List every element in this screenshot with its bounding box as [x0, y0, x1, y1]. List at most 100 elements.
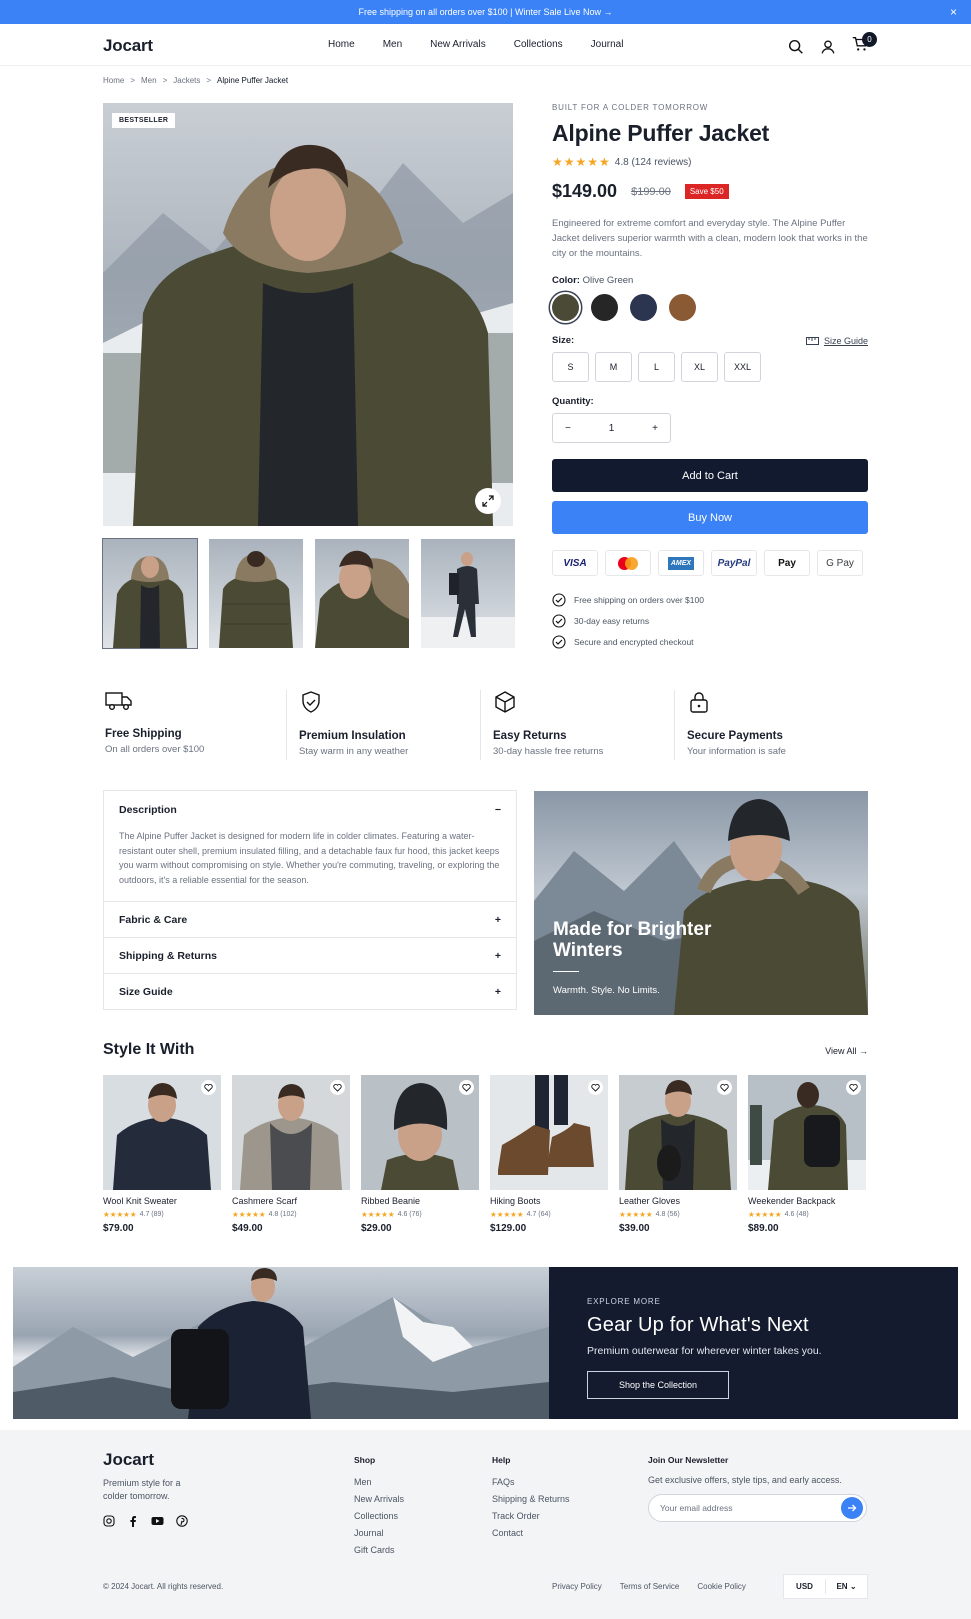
- footer-link[interactable]: Men: [354, 1474, 404, 1491]
- currency-selector[interactable]: USD: [784, 1582, 825, 1591]
- product-image[interactable]: [490, 1075, 608, 1190]
- product-card[interactable]: Ribbed Beanie ★★★★★ 4.6 (76) $29.00: [361, 1075, 479, 1234]
- product-image[interactable]: [232, 1075, 350, 1190]
- cookie-policy-link[interactable]: Cookie Policy: [697, 1582, 745, 1591]
- product-rating[interactable]: ★★★★★ 4.8 (124 reviews): [552, 155, 868, 169]
- original-price: $199.00: [631, 185, 671, 198]
- account-icon[interactable]: [819, 38, 837, 56]
- quantity-value[interactable]: 1: [609, 423, 615, 434]
- product-rating: ★★★★★ 4.8 (56): [619, 1210, 680, 1219]
- product-main-image[interactable]: BESTSELLER: [103, 103, 513, 526]
- newsletter-submit-button[interactable]: [841, 1497, 863, 1519]
- wishlist-button[interactable]: [846, 1080, 861, 1095]
- footer-link[interactable]: Shipping & Returns: [492, 1491, 570, 1508]
- product-image[interactable]: [748, 1075, 866, 1190]
- save-badge: Save $50: [684, 184, 729, 199]
- size-l[interactable]: L: [638, 352, 675, 382]
- quantity-decrease-button[interactable]: −: [565, 423, 571, 434]
- pinterest-icon[interactable]: [176, 1515, 188, 1527]
- youtube-icon[interactable]: [151, 1515, 164, 1527]
- facebook-icon[interactable]: [127, 1515, 139, 1527]
- search-icon[interactable]: [787, 38, 805, 56]
- size-xxl[interactable]: XXL: [724, 352, 761, 382]
- cart-button[interactable]: 0: [851, 32, 877, 58]
- view-all-link[interactable]: View All →: [825, 1046, 868, 1056]
- size-guide-link[interactable]: Size Guide: [805, 336, 868, 346]
- swatch-black[interactable]: [591, 294, 618, 321]
- product-card[interactable]: Weekender Backpack ★★★★★ 4.6 (48) $89.00: [748, 1075, 866, 1234]
- close-icon[interactable]: ×: [950, 5, 957, 19]
- thumbnail-back[interactable]: [209, 539, 303, 648]
- accordion-description-header[interactable]: Description −: [104, 791, 516, 829]
- wishlist-button[interactable]: [330, 1080, 345, 1095]
- footer-logo[interactable]: Jocart: [103, 1450, 154, 1470]
- nav-link-journal[interactable]: Journal: [591, 39, 624, 50]
- privacy-policy-link[interactable]: Privacy Policy: [552, 1582, 602, 1591]
- swatch-navy[interactable]: [630, 294, 657, 321]
- wishlist-button[interactable]: [717, 1080, 732, 1095]
- terms-of-service-link[interactable]: Terms of Service: [620, 1582, 680, 1591]
- size-options: S M L XL XXL: [552, 352, 868, 382]
- product-name[interactable]: Ribbed Beanie: [361, 1196, 479, 1206]
- nav-link-home[interactable]: Home: [328, 39, 355, 50]
- footer-link[interactable]: New Arrivals: [354, 1491, 404, 1508]
- size-m[interactable]: M: [595, 352, 632, 382]
- heart-icon: [720, 1083, 729, 1092]
- product-card[interactable]: Wool Knit Sweater ★★★★★ 4.7 (89) $79.00: [103, 1075, 221, 1234]
- payment-methods: VISA AMEX PayPal Pay G Pay: [552, 550, 868, 576]
- footer-link[interactable]: Contact: [492, 1525, 570, 1542]
- product-image[interactable]: [361, 1075, 479, 1190]
- product-card[interactable]: Cashmere Scarf ★★★★★ 4.8 (102) $49.00: [232, 1075, 350, 1234]
- product-card[interactable]: Hiking Boots ★★★★★ 4.7 (64) $129.00: [490, 1075, 608, 1234]
- product-name[interactable]: Weekender Backpack: [748, 1196, 866, 1206]
- product-image[interactable]: [619, 1075, 737, 1190]
- product-image[interactable]: [103, 1075, 221, 1190]
- product-name[interactable]: Cashmere Scarf: [232, 1196, 350, 1206]
- footer-link[interactable]: FAQs: [492, 1474, 570, 1491]
- logo[interactable]: Jocart: [103, 36, 153, 56]
- product-name[interactable]: Wool Knit Sweater: [103, 1196, 221, 1206]
- assurance-text: Free shipping on orders over $100: [574, 594, 704, 605]
- newsletter-email-field[interactable]: Your email address: [648, 1494, 867, 1522]
- accordion-fabric-care-header[interactable]: Fabric & Care +: [104, 901, 516, 937]
- thumbnail-front[interactable]: [102, 538, 198, 649]
- product-rating: ★★★★★ 4.6 (48): [748, 1210, 809, 1219]
- footer-tagline: Premium style for a colder tomorrow.: [103, 1478, 181, 1501]
- product-card[interactable]: Leather Gloves ★★★★★ 4.8 (56) $39.00: [619, 1075, 737, 1234]
- expand-image-button[interactable]: [475, 488, 501, 514]
- wishlist-button[interactable]: [588, 1080, 603, 1095]
- accordion-shipping-returns-header[interactable]: Shipping & Returns +: [104, 937, 516, 973]
- paypal-icon: PayPal: [711, 550, 757, 576]
- accordion-size-guide-header[interactable]: Size Guide +: [104, 973, 516, 1009]
- accordion-title: Shipping & Returns: [119, 949, 217, 962]
- nav-link-new-arrivals[interactable]: New Arrivals: [430, 39, 486, 50]
- footer-link[interactable]: Collections: [354, 1508, 404, 1525]
- product-info: BUILT FOR A COLDER TOMORROW Alpine Puffe…: [552, 103, 868, 652]
- wishlist-button[interactable]: [459, 1080, 474, 1095]
- thumbnail-closeup[interactable]: [315, 539, 409, 648]
- assurance-item: Secure and encrypted checkout: [552, 631, 868, 652]
- footer-link[interactable]: Journal: [354, 1525, 404, 1542]
- nav-link-collections[interactable]: Collections: [514, 39, 563, 50]
- banner-title: Gear Up for What's Next: [587, 1314, 809, 1336]
- thumbnail-walking[interactable]: [421, 539, 515, 648]
- footer-link[interactable]: Gift Cards: [354, 1542, 404, 1559]
- wishlist-button[interactable]: [201, 1080, 216, 1095]
- instagram-icon[interactable]: [103, 1515, 115, 1527]
- size-s[interactable]: S: [552, 352, 589, 382]
- swatch-brown[interactable]: [669, 294, 696, 321]
- product-name[interactable]: Hiking Boots: [490, 1196, 608, 1206]
- language-selector[interactable]: EN ⌄: [826, 1582, 867, 1591]
- breadcrumb-jackets[interactable]: Jackets: [173, 76, 200, 85]
- size-xl[interactable]: XL: [681, 352, 718, 382]
- swatch-olive-green[interactable]: [552, 294, 579, 321]
- quantity-increase-button[interactable]: +: [652, 423, 658, 434]
- product-name[interactable]: Leather Gloves: [619, 1196, 737, 1206]
- footer-link[interactable]: Track Order: [492, 1508, 570, 1525]
- breadcrumb-men[interactable]: Men: [141, 76, 157, 85]
- nav-link-men[interactable]: Men: [383, 39, 402, 50]
- shop-collection-button[interactable]: Shop the Collection: [587, 1371, 729, 1399]
- add-to-cart-button[interactable]: Add to Cart: [552, 459, 868, 492]
- buy-now-button[interactable]: Buy Now: [552, 501, 868, 534]
- breadcrumb-home[interactable]: Home: [103, 76, 124, 85]
